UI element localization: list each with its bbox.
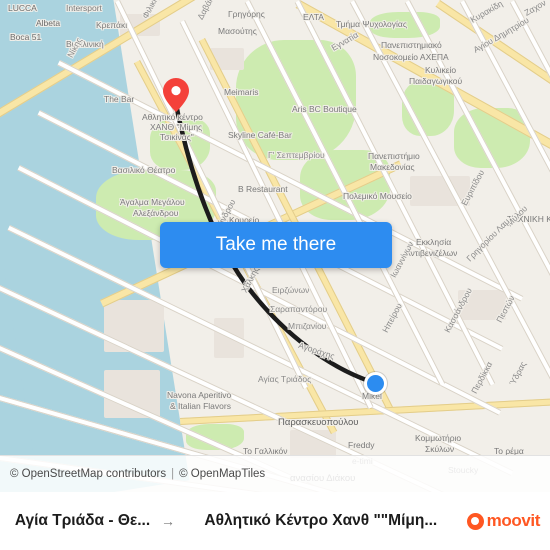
map-label: Skyline Café-Bar xyxy=(228,130,292,140)
map-label: B Restaurant xyxy=(238,184,288,194)
origin-dot[interactable] xyxy=(364,372,387,395)
map-label: Μακεδονίας xyxy=(370,162,415,172)
map-label: Εκκλησία xyxy=(416,237,452,247)
map-label: Freddy xyxy=(348,440,375,450)
moovit-wordmark: moovit xyxy=(486,511,541,530)
map-label: Meimaris xyxy=(224,87,259,97)
map-label: Τμήμα Ψυχολογίας xyxy=(336,19,407,29)
map-label: Ειρζώνων xyxy=(272,285,310,295)
map-label: Κυλικείο xyxy=(425,65,457,75)
map-label: Αντιβενιζέλων xyxy=(405,248,458,258)
trip-planner-screen: LUCCA Intersport Γρηγόρης ΕΛΤΑ Τμήμα Ψυχολογ… xyxy=(0,0,550,550)
map-label: Αθλητικό κέντρο xyxy=(142,112,203,122)
map-label: Αγίας Τριάδος xyxy=(258,374,312,384)
map-label: Intersport xyxy=(66,3,102,13)
map-label: Σκύλων xyxy=(425,444,455,454)
map-label: Νοσοκομείο ΑΧΕΠΑ xyxy=(373,52,449,62)
origin-label[interactable]: Αγία Τριάδα - Θε... xyxy=(10,512,155,530)
trip-footer: Αγία Τριάδα - Θε... → Αθλητικό Κέντρο Χα… xyxy=(0,492,550,550)
map-label: Navona Aperitivo xyxy=(167,390,232,400)
map-label: Aris BC Boutique xyxy=(292,104,357,114)
map-label: Μασούτης xyxy=(218,26,257,36)
map-label: Πανεπιστήμιο xyxy=(368,151,420,161)
attribution-separator: | xyxy=(171,468,175,480)
map-label: ΧΑΝΘ "Μίμης xyxy=(150,122,203,132)
map-label: Κομμωτήριο xyxy=(415,433,462,443)
openmaptiles-attribution-link[interactable]: © OpenMapTiles xyxy=(179,468,265,480)
map-label: Γ' Σεπτεμβρίου xyxy=(268,150,325,160)
destination-pin[interactable] xyxy=(163,78,189,112)
map-label: Τσικίνας" xyxy=(160,132,194,142)
osm-attribution-link[interactable]: © OpenStreetMap contributors xyxy=(10,468,166,480)
map-label: Πολεμικό Μουσείο xyxy=(343,191,412,201)
map-label: Παρασκευοπούλου xyxy=(278,417,359,428)
map-canvas[interactable]: LUCCA Intersport Γρηγόρης ΕΛΤΑ Τμήμα Ψυχολογ… xyxy=(0,0,550,492)
map-label: The Bar xyxy=(104,94,135,104)
map-label: Γρηγόρης xyxy=(228,9,265,19)
map-label: Σαραπαντόρου xyxy=(270,304,328,314)
map-label: Μπιζανίου xyxy=(288,321,327,331)
map-label: Boca 51 xyxy=(10,32,42,42)
map-label: Albeta xyxy=(36,18,61,28)
map-label: Αλεξάνδρου xyxy=(133,208,179,218)
map-label: ΕΛΤΑ xyxy=(303,12,324,22)
destination-label[interactable]: Αθλητικό Κέντρο Χανθ ""Μίμη... xyxy=(181,512,461,530)
take-me-there-button[interactable]: Take me there xyxy=(160,222,392,268)
moovit-logo: moovit xyxy=(461,511,540,531)
map-label: Παιδαγωγικού xyxy=(409,76,463,86)
map-attribution: © OpenStreetMap contributors | © OpenMap… xyxy=(0,455,550,492)
map-label: Κρεπάκι xyxy=(96,20,128,30)
map-label: Πανεπιστημιακό xyxy=(381,40,442,50)
map-label: LUCCA xyxy=(8,3,37,13)
map-label: Άγαλμα Μεγάλου xyxy=(120,197,185,207)
moovit-mark-icon xyxy=(466,512,484,530)
map-label: & Italian Flavors xyxy=(170,401,231,411)
arrow-right-icon: → xyxy=(161,513,175,529)
map-label: Βασιλικό Θέατρο xyxy=(112,165,176,175)
